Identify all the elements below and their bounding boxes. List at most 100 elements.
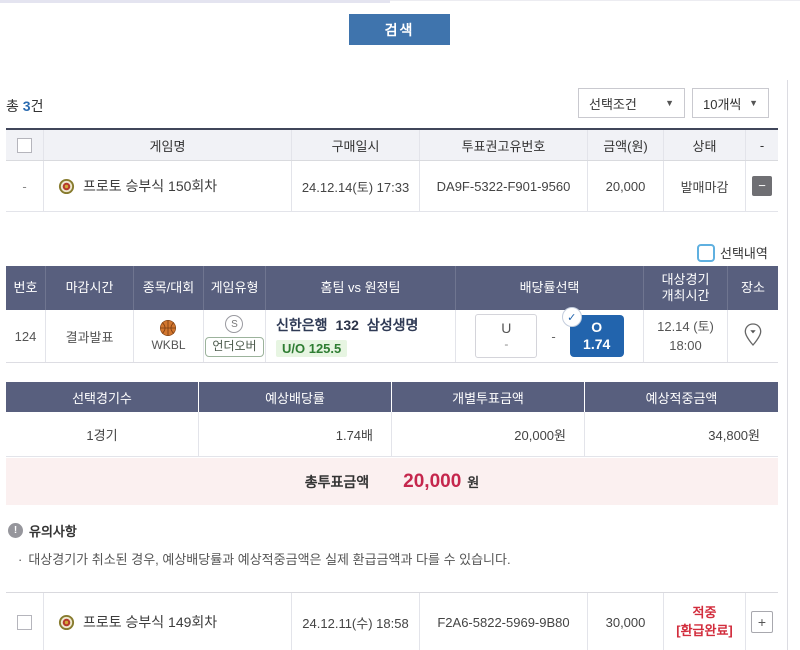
notice-text: 대상경기가 취소된 경우, 예상배당률과 예상적중금액은 실제 환급금액과 다를… — [28, 552, 510, 567]
match-time: 18:00 — [669, 338, 702, 353]
total-bet-amount-value: 20,000 — [403, 471, 461, 493]
notice-title: 유의사항 — [29, 521, 77, 540]
league-name: WKBL — [151, 338, 185, 354]
game-name: 프로토 승부식 150회차 — [83, 176, 217, 196]
row-select-cell: - — [6, 161, 44, 211]
odds-selection-cell: U - - O 1.74 ✓ — [456, 310, 644, 362]
game-name: 프로토 승부식 149회차 — [83, 612, 217, 632]
top-tab-edge — [0, 0, 390, 3]
individual-bet-amount-value: 20,000원 — [392, 412, 585, 456]
game-type-cell: S 언더오버 — [204, 310, 266, 362]
purchase-history-page: 검색 총 3건 선택조건 ▼ 10개씩 ▼ 게임명 구매일시 투표권고유번호 금… — [0, 0, 800, 650]
location-pin-icon[interactable] — [743, 322, 763, 351]
purchase-datetime: 24.12.11(수) 18:58 — [292, 593, 420, 650]
bullseye-icon — [58, 614, 75, 631]
header-selected-games: 선택경기수 — [6, 382, 199, 412]
table-row: 프로토 승부식 149회차 24.12.11(수) 18:58 F2A6-582… — [6, 593, 778, 650]
bullet: · — [18, 552, 22, 567]
filter-condition-value: 선택조건 — [589, 94, 637, 113]
caret-down-icon: ▼ — [665, 98, 674, 108]
amount: 20,000 — [588, 161, 664, 211]
header-ticket-number: 투표권고유번호 — [420, 130, 588, 160]
toggle-cell: + — [746, 593, 778, 650]
header-sport-league: 종목/대회 — [134, 266, 204, 310]
match-cell: 신한은행 132 삼성생명 U/O 125.5 — [266, 310, 456, 362]
caret-down-icon: ▼ — [749, 98, 758, 108]
option-under-value: - — [504, 337, 508, 351]
option-over-odds: 1.74 — [583, 336, 610, 353]
expand-button[interactable]: + — [751, 611, 773, 633]
circled-s-icon: S — [225, 315, 243, 333]
match-date: 12.14 (토) — [657, 319, 714, 334]
total-count-label: 총 3건 — [6, 96, 43, 116]
basketball-icon — [159, 319, 177, 337]
option-over-label: O — [591, 319, 602, 336]
match-score: 132 — [336, 317, 359, 333]
option-under-button[interactable]: U - — [475, 314, 537, 358]
selection-history-checkbox[interactable] — [697, 244, 715, 262]
match-number: 124 — [6, 310, 46, 362]
total-count: 3 — [23, 98, 31, 114]
total-bet-amount-row: 총투표금액 20,000 원 — [6, 458, 778, 505]
row-checkbox[interactable] — [17, 615, 32, 630]
header-expected-odds: 예상배당률 — [199, 382, 392, 412]
header-home-vs-away: 홈팀 vs 원정팀 — [266, 266, 456, 310]
exclamation-circle-icon: ! — [8, 523, 23, 538]
purchase-table-header: 게임명 구매일시 투표권고유번호 금액(원) 상태 - — [6, 130, 778, 161]
row-select-cell — [6, 593, 44, 650]
status-line2: [환급완료] — [676, 622, 733, 640]
header-match-time: 대상경기 개최시간 — [644, 266, 728, 310]
ticket-number: DA9F-5322-F901-9560 — [420, 161, 588, 211]
venue-cell — [728, 310, 778, 362]
header-amount: 금액(원) — [588, 130, 664, 160]
select-all-checkbox[interactable] — [17, 138, 32, 153]
filter-condition-select[interactable]: 선택조건 ▼ — [578, 88, 685, 118]
home-team: 신한은행 — [276, 317, 328, 333]
selection-detail-table: 번호 마감시간 종목/대회 게임유형 홈팀 vs 원정팀 배당률선택 대상경기 … — [6, 266, 778, 363]
notice-section: ! 유의사항 · 대상경기가 취소된 경우, 예상배당률과 예상적중금액은 실제 … — [8, 521, 511, 568]
header-status: 상태 — [664, 130, 746, 160]
game-name-cell: 프로토 승부식 149회차 — [44, 593, 292, 650]
purchase-datetime: 24.12.14(토) 17:33 — [292, 161, 420, 211]
deadline-status: 결과발표 — [46, 310, 134, 362]
status: 발매마감 — [664, 161, 746, 211]
odds-separator: - — [551, 329, 555, 344]
under-over-line-badge: U/O 125.5 — [276, 340, 347, 357]
table-row: - 프로토 승부식 150회차 24.12.14(토) 17:33 DA9F-5… — [6, 161, 778, 212]
bullseye-icon — [58, 178, 75, 195]
selection-history-toggle[interactable]: 선택내역 — [697, 243, 768, 262]
right-border — [787, 80, 788, 650]
header-individual-bet-amount: 개별투표금액 — [392, 382, 585, 412]
selection-history-label: 선택내역 — [720, 243, 768, 262]
header-odds-selection: 배당률선택 — [456, 266, 644, 310]
game-name-cell: 프로토 승부식 150회차 — [44, 161, 292, 211]
header-game-name: 게임명 — [44, 130, 292, 160]
sport-league-cell: WKBL — [134, 310, 204, 362]
collapse-button[interactable]: − — [752, 176, 772, 196]
status-line1: 적중 — [693, 604, 717, 622]
toggle-cell: − — [746, 161, 778, 211]
header-deadline: 마감시간 — [46, 266, 134, 310]
search-button[interactable]: 검색 — [349, 14, 450, 45]
bet-summary-table: 선택경기수 예상배당률 개별투표금액 예상적중금액 1경기 1.74배 20,0… — [6, 382, 778, 457]
total-prefix: 총 — [6, 98, 19, 114]
game-type-badge: 언더오버 — [205, 337, 263, 357]
status: 적중 [환급완료] — [664, 593, 746, 650]
header-number: 번호 — [6, 266, 46, 310]
away-team: 삼성생명 — [367, 317, 419, 333]
header-venue: 장소 — [728, 266, 778, 310]
summary-values-row: 1경기 1.74배 20,000원 34,800원 — [6, 412, 778, 457]
header-game-type: 게임유형 — [204, 266, 266, 310]
expected-odds-value: 1.74배 — [199, 412, 392, 456]
expected-winnings-value: 34,800원 — [585, 412, 778, 456]
page-size-select[interactable]: 10개씩 ▼ — [692, 88, 769, 118]
total-bet-amount-unit: 원 — [467, 472, 479, 491]
match-datetime-cell: 12.14 (토) 18:00 — [644, 310, 728, 362]
check-circle-icon: ✓ — [562, 307, 582, 327]
detail-table-header: 번호 마감시간 종목/대회 게임유형 홈팀 vs 원정팀 배당률선택 대상경기 … — [6, 266, 778, 310]
summary-header: 선택경기수 예상배당률 개별투표금액 예상적중금액 — [6, 382, 778, 412]
page-size-value: 10개씩 — [703, 94, 741, 113]
total-suffix: 건 — [31, 98, 44, 114]
ticket-number: F2A6-5822-5969-9B80 — [420, 593, 588, 650]
amount: 30,000 — [588, 593, 664, 650]
